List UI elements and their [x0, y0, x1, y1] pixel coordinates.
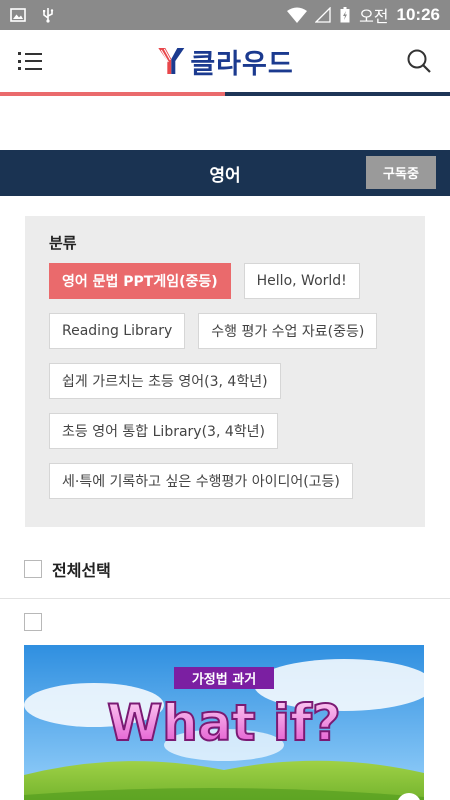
menu-icon[interactable] [18, 52, 42, 70]
filter-tag[interactable]: Reading Library [49, 313, 186, 349]
signal-icon [315, 7, 331, 23]
usb-icon [43, 8, 54, 23]
select-all-row: 전체선택 [0, 539, 450, 599]
filter-tag[interactable]: 초등 영어 통합 Library(3, 4학년) [49, 413, 278, 449]
filter-label: 분류 [49, 234, 77, 252]
thumbnail-image: 가정법 과거 What if? [24, 645, 424, 800]
filter-tag[interactable]: 수행 평가 수업 자료(중등) [198, 313, 378, 349]
list-item-check-row [0, 599, 450, 645]
thumbnail-title: What if? [107, 694, 341, 752]
image-icon [10, 8, 26, 22]
app-logo[interactable]: 클라우드 [156, 42, 293, 81]
filter-tag[interactable]: Hello, World! [243, 263, 360, 299]
item-checkbox[interactable] [24, 613, 42, 631]
header-divider [0, 92, 450, 96]
filter-panel: 분류 영어 문법 PPT게임(중등) Hello, World! Reading… [25, 216, 425, 527]
status-time: 10:26 [396, 5, 440, 24]
item-thumbnail[interactable]: 가정법 과거 What if? [24, 645, 424, 800]
category-bar: 영어 구독중 [0, 150, 450, 196]
status-ampm: 오전 [359, 7, 389, 26]
app-header: 클라우드 [0, 30, 450, 92]
search-icon[interactable] [406, 48, 432, 74]
select-all-checkbox[interactable] [24, 559, 42, 578]
subscribe-button[interactable]: 구독중 [366, 156, 436, 189]
filter-tag[interactable]: 세·특에 기록하고 싶은 수행평가 아이디어(고등) [49, 463, 353, 499]
filter-tag[interactable]: 쉽게 가르치는 초등 영어(3, 4학년) [49, 363, 281, 399]
filter-tag[interactable]: 영어 문법 PPT게임(중등) [49, 263, 231, 299]
thumbnail-subtitle: 가정법 과거 [192, 672, 256, 688]
filter-tags: 영어 문법 PPT게임(중등) Hello, World! Reading Li… [49, 263, 405, 499]
status-bar: 오전 10:26 [0, 0, 450, 30]
logo-text: 클라우드 [190, 48, 294, 80]
select-all-label: 전체선택 [52, 560, 111, 580]
wifi-icon [287, 7, 308, 23]
logo-y-icon [158, 48, 185, 74]
battery-icon [340, 7, 350, 23]
category-title: 영어 [209, 165, 241, 186]
